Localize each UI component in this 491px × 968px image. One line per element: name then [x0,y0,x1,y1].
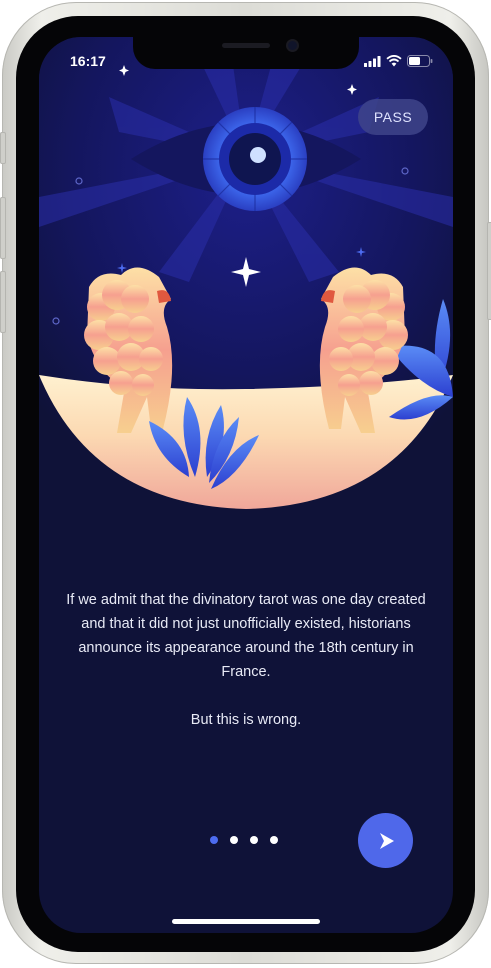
page-dot-3[interactable] [250,836,258,844]
page-indicator [210,836,278,844]
pass-button[interactable]: PASS [358,99,428,135]
volume-up-button [0,197,6,259]
app-screen: 16:17 PASS If we admit that the divinato… [39,37,453,933]
status-icons [364,55,433,67]
page-dot-2[interactable] [230,836,238,844]
mute-switch [0,132,6,164]
page-dot-1[interactable] [210,836,218,844]
onboarding-paragraph: If we admit that the divinatory tarot wa… [66,592,426,680]
onboarding-text: If we admit that the divinatory tarot wa… [59,588,433,732]
battery-icon [407,55,433,67]
power-button [487,222,491,320]
page-dot-4[interactable] [270,836,278,844]
onboarding-emphasis: But this is wrong. [190,712,302,728]
wifi-icon [386,55,402,67]
status-time: 16:17 [70,53,106,69]
volume-down-button [0,271,6,333]
home-indicator[interactable] [172,919,320,924]
chevron-right-icon [379,832,394,849]
status-bar: 16:17 [39,37,453,81]
cellular-signal-icon [364,55,381,67]
next-button[interactable] [358,813,413,868]
